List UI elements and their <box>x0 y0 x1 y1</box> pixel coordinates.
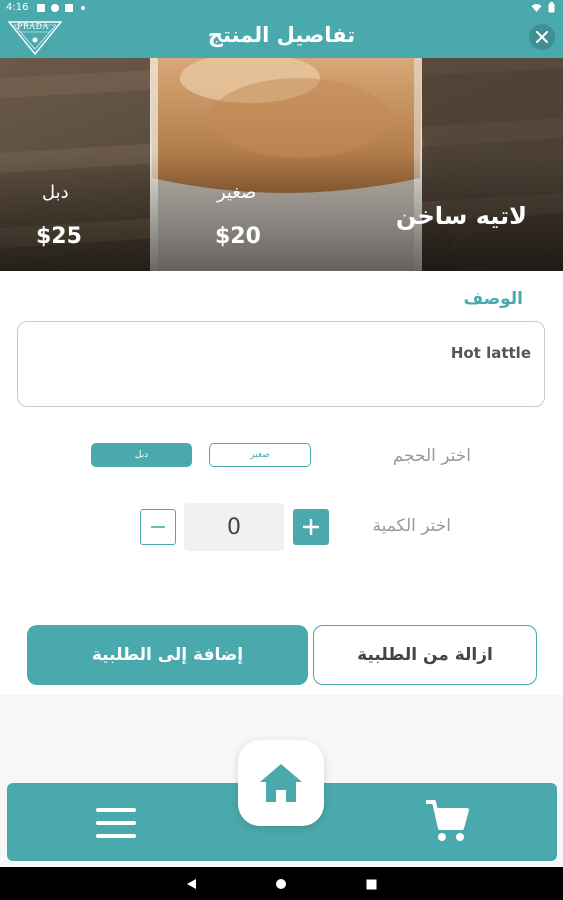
quantity-value[interactable]: 0 <box>184 503 284 551</box>
app-header: PRADA تفاصيل المنتج <box>0 16 563 58</box>
back-button[interactable] <box>182 875 200 893</box>
back-icon <box>187 879 196 889</box>
size-label: اختر الحجم <box>392 446 471 466</box>
description-text: Hot lattle <box>450 344 531 362</box>
plus-icon <box>303 519 319 535</box>
status-icons <box>531 2 555 13</box>
notification-icon <box>37 4 45 12</box>
home-icon <box>260 764 302 802</box>
price-label-double: دبل <box>42 182 69 203</box>
close-icon <box>536 31 548 43</box>
description-box: Hot lattle <box>17 321 545 407</box>
menu-icon <box>96 808 136 838</box>
add-to-order-button[interactable]: إضافة إلى الطلبية <box>27 625 308 685</box>
notification-icon <box>81 6 85 10</box>
coffee-image <box>0 58 563 271</box>
status-bar: 4:16 <box>0 0 563 16</box>
price-label-small: صغير <box>217 182 257 203</box>
battery-icon <box>548 2 555 13</box>
cart-icon <box>426 800 469 841</box>
size-option-double[interactable]: دبل <box>91 443 192 467</box>
minus-icon <box>151 526 165 528</box>
price-small: $20 <box>215 224 261 249</box>
quantity-label: اختر الكمية <box>372 516 451 536</box>
page-title: تفاصيل المنتج <box>207 23 356 47</box>
circle-icon <box>276 879 286 889</box>
home-button[interactable] <box>238 740 324 826</box>
size-option-small[interactable]: صغير <box>209 443 311 467</box>
price-double: $25 <box>36 224 82 249</box>
status-time: 4:16 <box>6 2 29 13</box>
recents-button[interactable] <box>362 875 380 893</box>
quantity-decrease-button[interactable] <box>140 509 176 545</box>
notification-icon <box>65 4 73 12</box>
product-name: لاتيه ساخن <box>395 202 527 230</box>
notification-icon <box>51 4 59 12</box>
wifi-icon <box>531 3 542 12</box>
quantity-increase-button[interactable] <box>293 509 329 545</box>
square-icon <box>366 879 376 889</box>
remove-from-order-button[interactable]: ازالة من الطلبية <box>313 625 537 685</box>
close-button[interactable] <box>529 24 555 50</box>
system-home-button[interactable] <box>272 875 290 893</box>
product-image: دبل $25 صغير $20 لاتيه ساخن <box>0 58 563 271</box>
menu-button[interactable] <box>96 803 136 843</box>
system-nav-bar <box>0 867 563 900</box>
cart-button[interactable] <box>423 797 471 845</box>
description-label: الوصف <box>463 289 523 309</box>
